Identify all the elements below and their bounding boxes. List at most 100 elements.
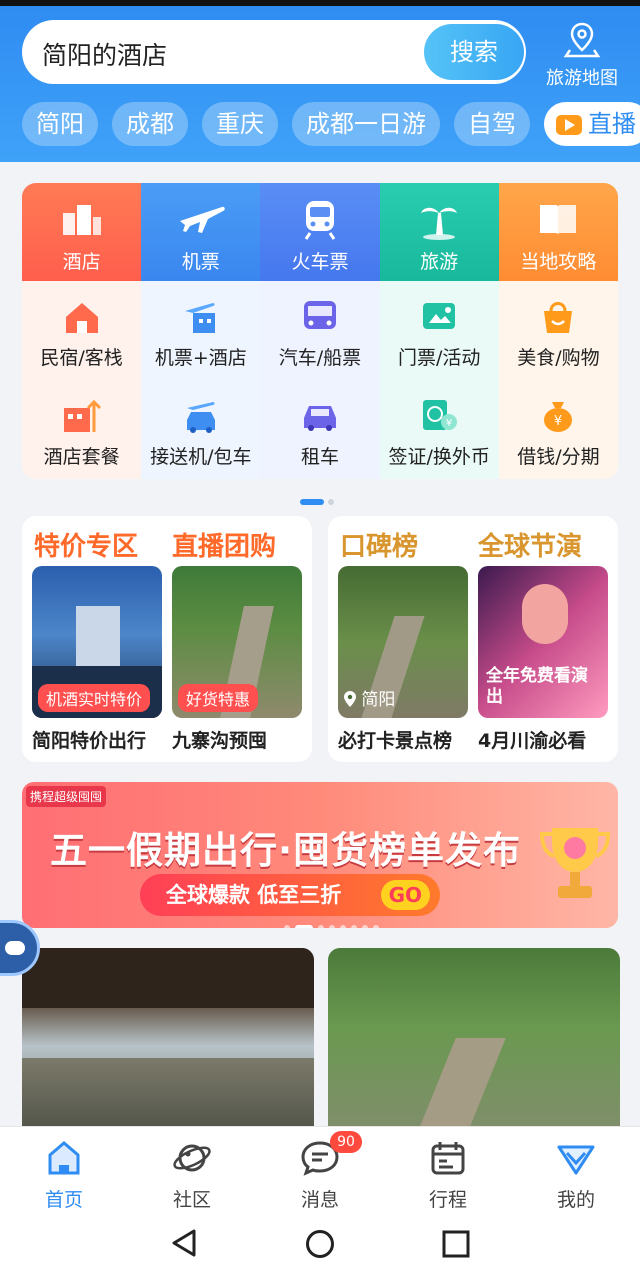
deals-heading[interactable]: 特价专区 xyxy=(34,526,138,563)
trophy-icon xyxy=(540,828,610,898)
chip-chongqing[interactable]: 重庆 xyxy=(202,102,278,146)
deals-tag: 机酒实时特价 xyxy=(38,684,151,712)
deals-caption[interactable]: 简阳特价出行 xyxy=(32,726,146,753)
feed-card-right[interactable] xyxy=(328,948,620,1126)
global-shows-thumbnail[interactable]: 全年免费看演出 xyxy=(478,566,608,718)
flight-hotel-icon xyxy=(184,303,215,333)
promo-banner[interactable]: 携程超级囤囤 五一假期出行·囤货榜单发布 全球爆款 低至三折 GO xyxy=(22,782,618,928)
grid-bus-ship[interactable]: 汽车/船票 xyxy=(260,281,379,380)
grid-flight-label: 机票 xyxy=(181,251,220,273)
grid-travel[interactable]: 旅游 xyxy=(379,183,499,281)
chip-chengdu-day-tour[interactable]: 成都一日游 xyxy=(292,102,440,146)
money-bag-icon: ¥ xyxy=(544,402,573,432)
location-pin-icon xyxy=(344,691,356,707)
shopping-bag-icon xyxy=(544,302,573,333)
grid-flight[interactable]: 机票 xyxy=(141,183,261,281)
reputation-heading[interactable]: 口碑榜 xyxy=(340,526,418,563)
quick-chips: 简阳 成都 重庆 成都一日游 自驾 直播 xyxy=(22,102,640,146)
grid-flight-hotel-label: 机票+酒店 xyxy=(154,347,247,369)
live-groupbuy-heading[interactable]: 直播团购 xyxy=(172,526,276,563)
groupbuy-tag: 好货特惠 xyxy=(178,684,259,712)
guide-book-icon xyxy=(540,205,577,235)
header: 简阳的酒店 搜索 旅游地图 简阳 成都 重庆 成都一日游 自驾 直播 xyxy=(0,6,640,162)
reputation-thumbnail[interactable]: 简阳 xyxy=(338,566,468,718)
bus-icon xyxy=(303,301,336,329)
grid-travel-label: 旅游 xyxy=(420,251,459,273)
global-shows-heading[interactable]: 全球节演 xyxy=(478,526,582,563)
profile-icon xyxy=(557,1145,595,1175)
travel-map-button[interactable]: 旅游地图 xyxy=(536,20,628,90)
train-icon xyxy=(304,201,336,240)
must-visit-caption[interactable]: 必打卡景点榜 xyxy=(338,726,452,753)
tab-home[interactable]: 首页 xyxy=(0,1127,128,1219)
tab-itinerary-label: 行程 xyxy=(428,1189,467,1211)
chip-jianyang[interactable]: 简阳 xyxy=(22,102,98,146)
promo-card-right: 口碑榜 全球节演 简阳 全年免费看演出 必打卡景点榜 4月川渝必看 xyxy=(328,516,618,762)
grid-train[interactable]: 火车票 xyxy=(260,183,380,281)
home-icon xyxy=(48,1141,80,1175)
plane-icon xyxy=(179,206,225,233)
chip-self-drive[interactable]: 自驾 xyxy=(454,102,530,146)
grid-local-guide-label: 当地攻略 xyxy=(520,251,597,273)
grid-food-shopping[interactable]: 美食/购物 xyxy=(499,281,618,380)
deals-thumbnail[interactable]: 机酒实时特价 xyxy=(32,566,162,718)
back-icon[interactable] xyxy=(170,1228,198,1258)
grid-bus-ship-label: 汽车/船票 xyxy=(278,347,362,369)
grid-train-label: 火车票 xyxy=(291,251,349,273)
chip-live[interactable]: 直播 xyxy=(544,102,640,146)
grid-hotel-package[interactable]: 酒店套餐 xyxy=(22,380,141,479)
shows-overlay-text: 全年免费看演出 xyxy=(486,666,588,707)
grid-food-shopping-label: 美食/购物 xyxy=(517,347,600,369)
tab-messages[interactable]: 90 消息 xyxy=(256,1127,384,1219)
tab-itinerary[interactable]: 行程 xyxy=(384,1127,512,1219)
banner-cta[interactable]: 全球爆款 低至三折 GO xyxy=(140,874,440,916)
bottom-tab-bar: 首页 社区 90 消息 行程 我的 xyxy=(0,1126,640,1218)
tab-profile[interactable]: 我的 xyxy=(512,1127,640,1219)
svg-text:¥: ¥ xyxy=(554,414,562,429)
live-video-icon xyxy=(556,115,582,135)
grid-hotel-label: 酒店 xyxy=(62,251,101,273)
grid-local-guide[interactable]: 当地攻略 xyxy=(498,183,618,281)
map-pin-icon xyxy=(563,22,601,58)
grid-airport-transfer[interactable]: 接送机/包车 xyxy=(141,380,260,479)
chip-chengdu[interactable]: 成都 xyxy=(112,102,188,146)
go-button[interactable]: GO xyxy=(380,880,430,910)
grid-airport-transfer-label: 接送机/包车 xyxy=(150,446,252,468)
search-bar[interactable]: 简阳的酒店 搜索 xyxy=(22,20,526,84)
banner-pager xyxy=(284,916,384,928)
grid-hotel-package-label: 酒店套餐 xyxy=(43,446,120,468)
banner-cta-text: 全球爆款 低至三折 xyxy=(166,883,342,907)
tab-home-label: 首页 xyxy=(44,1189,83,1211)
grid-car-rental[interactable]: 租车 xyxy=(260,380,379,479)
grid-visa-currency[interactable]: ¥ 签证/换外币 xyxy=(380,380,499,479)
home-circle-icon[interactable] xyxy=(305,1229,335,1259)
calendar-icon xyxy=(431,1142,465,1175)
message-badge: 90 xyxy=(330,1131,362,1153)
grid-hotel[interactable]: 酒店 xyxy=(22,183,142,281)
search-button[interactable]: 搜索 xyxy=(424,24,524,80)
airport-transfer-icon xyxy=(186,402,215,433)
promo-card-left: 特价专区 直播团购 机酒实时特价 好货特惠 简阳特价出行 九寨沟预囤 xyxy=(22,516,312,762)
grid-loan-installment[interactable]: ¥ 借钱/分期 xyxy=(499,380,618,479)
palm-tree-icon xyxy=(421,207,458,240)
grid-visa-currency-label: 签证/换外币 xyxy=(388,446,490,468)
location-text: 简阳 xyxy=(361,690,396,710)
search-input[interactable]: 简阳的酒店 xyxy=(42,36,167,72)
grid-pager xyxy=(300,490,338,509)
tab-community[interactable]: 社区 xyxy=(128,1127,256,1219)
planet-icon xyxy=(173,1144,211,1172)
grid-tickets[interactable]: 门票/活动 xyxy=(380,281,499,380)
grid-homestay[interactable]: 民宿/客栈 xyxy=(22,281,141,380)
ticket-icon xyxy=(423,303,456,329)
feed-card-left[interactable] xyxy=(22,948,314,1126)
groupbuy-caption[interactable]: 九寨沟预囤 xyxy=(172,726,267,753)
live-groupbuy-thumbnail[interactable]: 好货特惠 xyxy=(172,566,302,718)
car-rental-icon xyxy=(303,406,336,431)
grid-flight-hotel[interactable]: 机票+酒店 xyxy=(141,281,260,380)
recents-icon[interactable] xyxy=(442,1230,470,1258)
april-shows-caption[interactable]: 4月川渝必看 xyxy=(478,726,586,753)
hotel-icon xyxy=(62,205,101,235)
tab-community-label: 社区 xyxy=(172,1189,211,1211)
svg-text:¥: ¥ xyxy=(446,418,452,429)
grid-tickets-label: 门票/活动 xyxy=(397,347,481,369)
